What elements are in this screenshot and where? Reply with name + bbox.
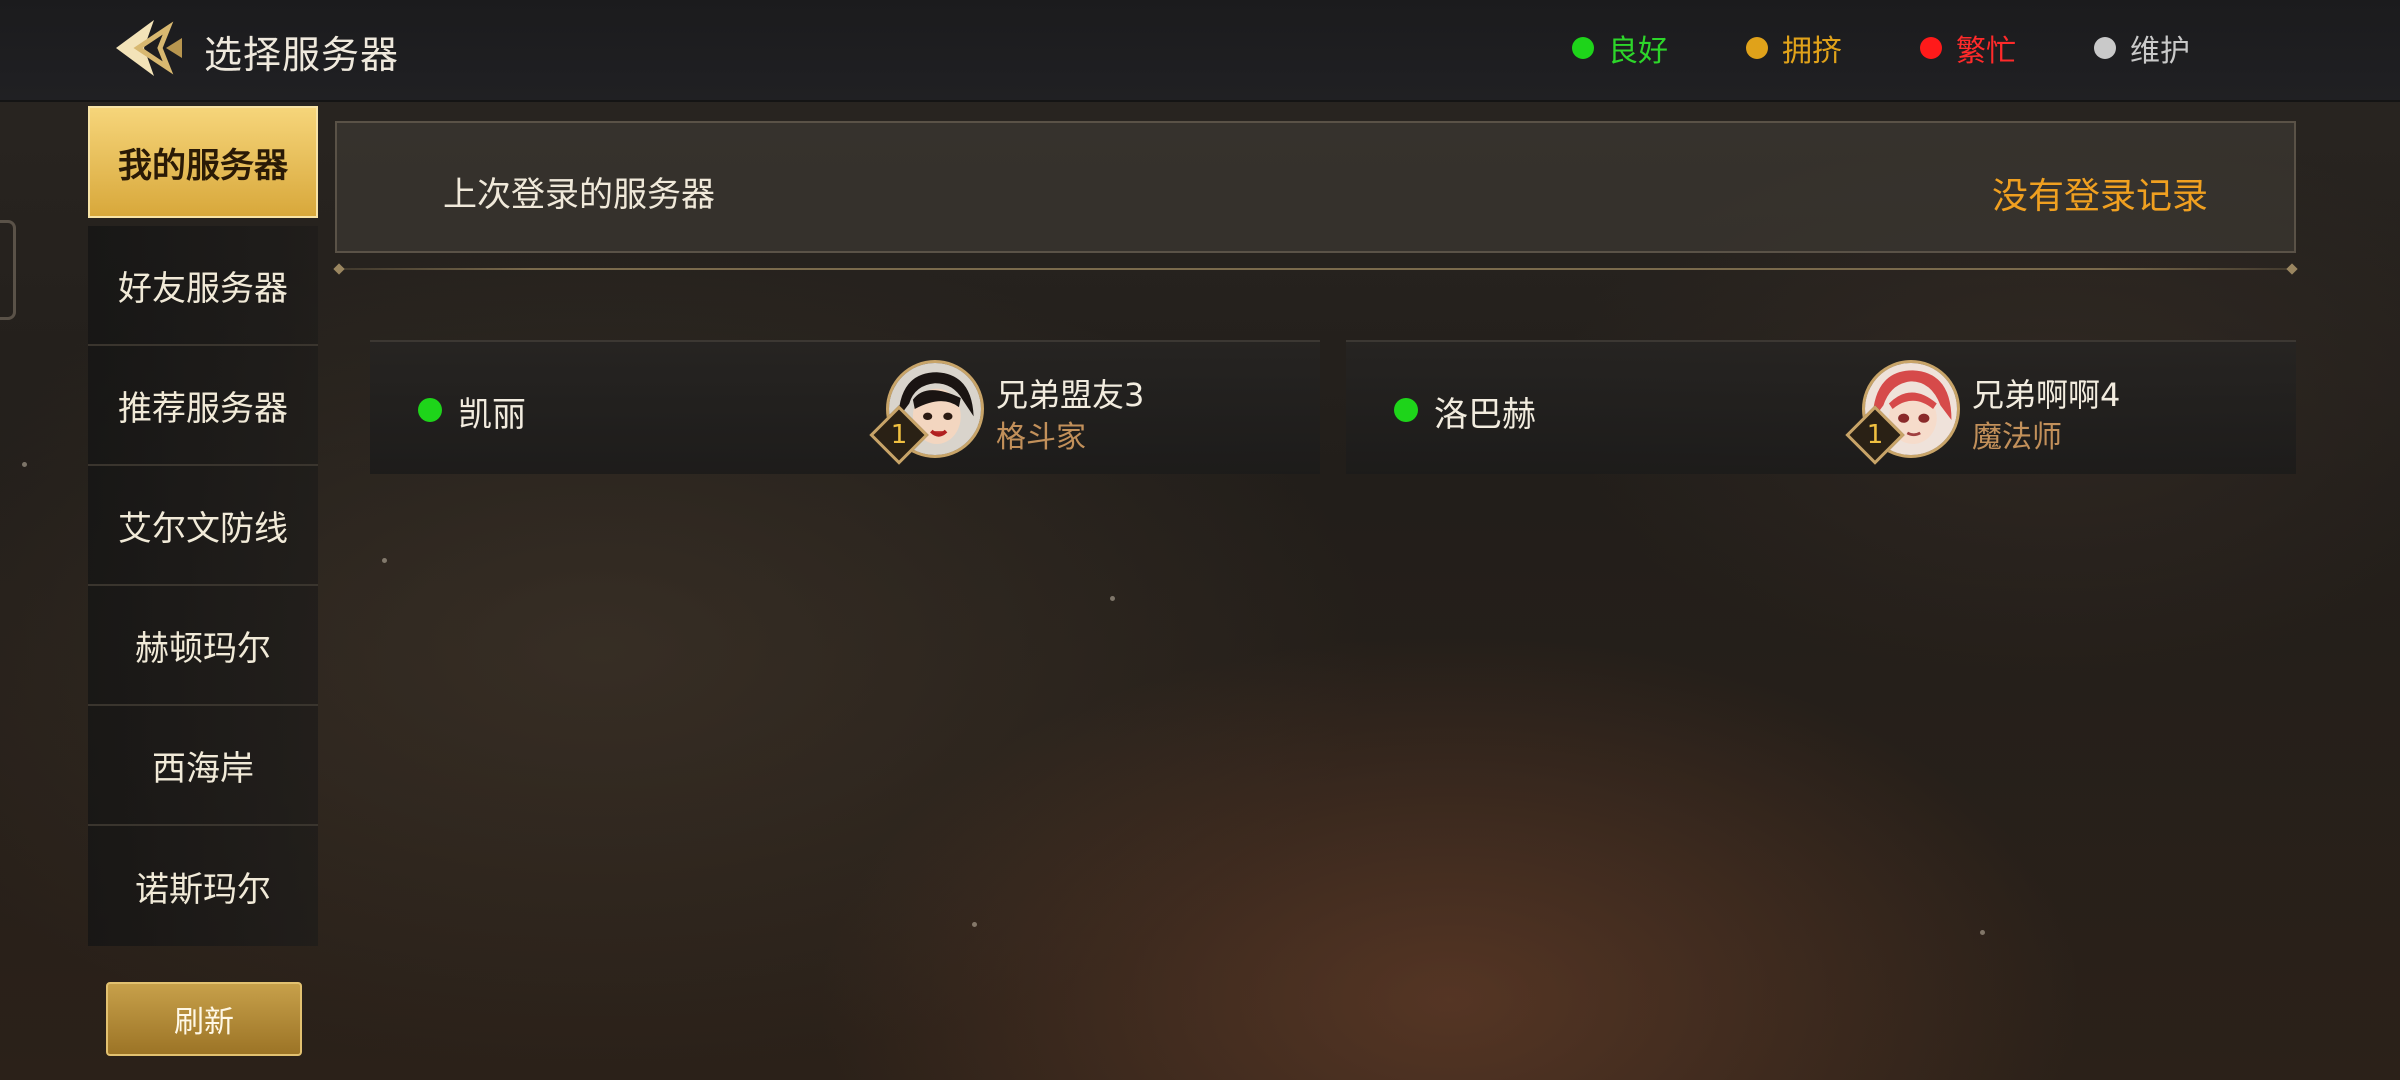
refresh-button[interactable]: 刷新 bbox=[106, 982, 302, 1056]
server-card[interactable]: 洛巴赫 1 兄弟啊啊4 魔法师 bbox=[1346, 340, 2296, 474]
background-sparkle bbox=[972, 922, 977, 927]
section-divider bbox=[335, 268, 2296, 270]
status-maintenance-dot-icon bbox=[2094, 37, 2116, 59]
server-name: 洛巴赫 bbox=[1434, 395, 1536, 435]
character-name: 兄弟啊啊4 bbox=[1972, 376, 2121, 414]
legend-crowded-label: 拥挤 bbox=[1782, 34, 1842, 69]
edge-decoration bbox=[0, 220, 16, 320]
page-title: 选择服务器 bbox=[204, 33, 400, 77]
legend-good: 良好 bbox=[1572, 28, 1668, 69]
last-login-status: 没有登录记录 bbox=[1991, 176, 2208, 217]
character-class: 魔法师 bbox=[1972, 420, 2062, 455]
character-level: 1 bbox=[1866, 420, 1884, 450]
status-busy-dot-icon bbox=[1920, 37, 1942, 59]
character-class: 格斗家 bbox=[996, 420, 1086, 455]
legend-maintenance-label: 维护 bbox=[2130, 34, 2190, 69]
sidebar-item-nosmar[interactable]: 诺斯玛尔 bbox=[88, 826, 318, 946]
last-login-title: 上次登录的服务器 bbox=[443, 175, 715, 215]
last-login-panel: 上次登录的服务器 没有登录记录 bbox=[335, 121, 2296, 253]
background-sparkle bbox=[382, 558, 387, 563]
sidebar-item-elvenguard[interactable]: 艾尔文防线 bbox=[88, 466, 318, 586]
background-sparkle bbox=[1110, 596, 1115, 601]
top-bar: 选择服务器 良好 拥挤 繁忙 维护 bbox=[0, 0, 2400, 102]
legend-good-label: 良好 bbox=[1608, 34, 1668, 69]
back-arrow-icon bbox=[116, 20, 182, 76]
server-card[interactable]: 凯丽 1 兄弟盟友3 格斗家 bbox=[370, 340, 1320, 474]
server-status-dot-icon bbox=[1394, 398, 1418, 422]
sidebar-item-recommended-servers[interactable]: 推荐服务器 bbox=[88, 346, 318, 466]
status-crowded-dot-icon bbox=[1746, 37, 1768, 59]
sidebar-item-friend-servers[interactable]: 好友服务器 bbox=[88, 226, 318, 346]
back-button[interactable] bbox=[110, 16, 190, 80]
legend-crowded: 拥挤 bbox=[1746, 28, 1842, 69]
sidebar-item-west-coast[interactable]: 西海岸 bbox=[88, 706, 318, 826]
sidebar-item-hendon-myre[interactable]: 赫顿玛尔 bbox=[88, 586, 318, 706]
background-sparkle bbox=[22, 462, 27, 467]
legend-busy: 繁忙 bbox=[1920, 28, 2016, 69]
status-good-dot-icon bbox=[1572, 37, 1594, 59]
sidebar-item-my-servers[interactable]: 我的服务器 bbox=[88, 106, 318, 218]
server-name: 凯丽 bbox=[458, 395, 526, 435]
legend-busy-label: 繁忙 bbox=[1956, 34, 2016, 69]
server-region-sidebar: 我的服务器 好友服务器 推荐服务器 艾尔文防线 赫顿玛尔 西海岸 诺斯玛尔 bbox=[88, 106, 318, 946]
character-level: 1 bbox=[890, 420, 908, 450]
character-name: 兄弟盟友3 bbox=[996, 376, 1145, 414]
background-sparkle bbox=[1980, 930, 1985, 935]
legend-maintenance: 维护 bbox=[2094, 28, 2190, 69]
server-status-dot-icon bbox=[418, 398, 442, 422]
